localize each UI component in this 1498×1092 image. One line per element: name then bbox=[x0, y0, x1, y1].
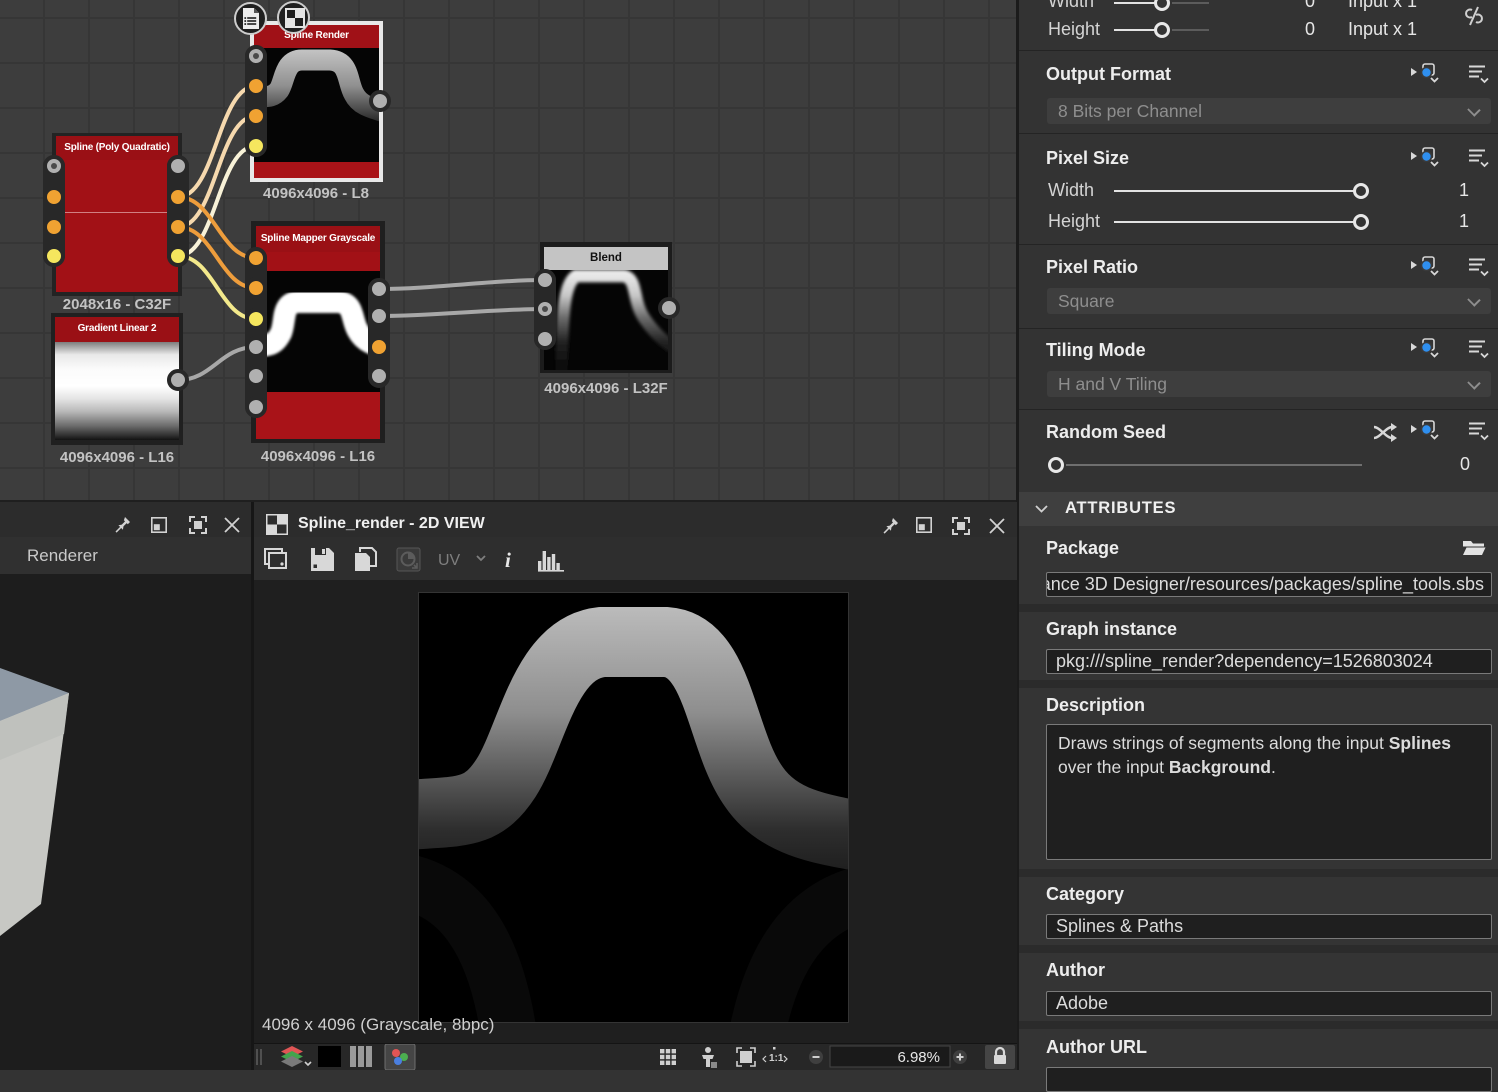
svg-text:1:1: 1:1 bbox=[769, 1053, 784, 1064]
svg-text:UV: UV bbox=[438, 552, 461, 569]
svg-text:6.98%: 6.98% bbox=[897, 1049, 940, 1066]
svg-text:i: i bbox=[505, 548, 511, 572]
